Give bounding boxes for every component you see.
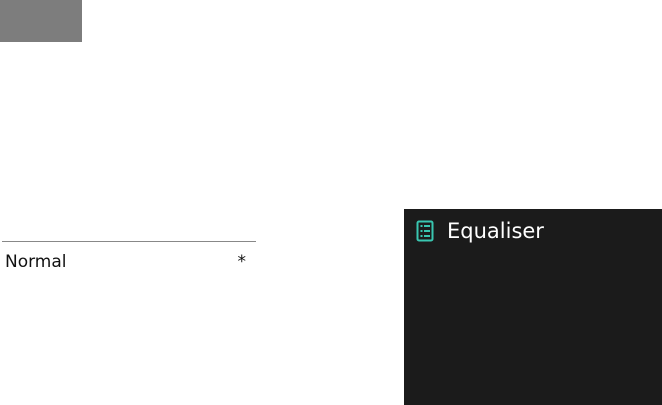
menu-item-label: Rock xyxy=(5,335,46,355)
corner-tab xyxy=(0,0,82,42)
screen-header: Equaliser xyxy=(404,209,662,249)
menu-item-rock[interactable]: Rock xyxy=(2,333,254,358)
menu-item-label: Flat xyxy=(5,280,37,300)
menu-item-jazz[interactable]: Jazz xyxy=(2,306,254,331)
menu-item-label: Normal xyxy=(5,252,67,272)
screen-title: Equaliser xyxy=(447,219,544,243)
header-divider xyxy=(2,241,256,242)
menu-item-flat[interactable]: Flat xyxy=(2,278,254,303)
menu-item-normal[interactable]: Normal * xyxy=(2,250,254,275)
menu-item-label: Jazz xyxy=(5,308,39,328)
menu-item-label: Move xyxy=(5,363,51,383)
radio-display: Equaliser xyxy=(404,209,662,405)
menu-item-move[interactable]: Move xyxy=(2,361,254,386)
list-icon xyxy=(416,220,434,242)
selected-marker: * xyxy=(237,252,247,272)
